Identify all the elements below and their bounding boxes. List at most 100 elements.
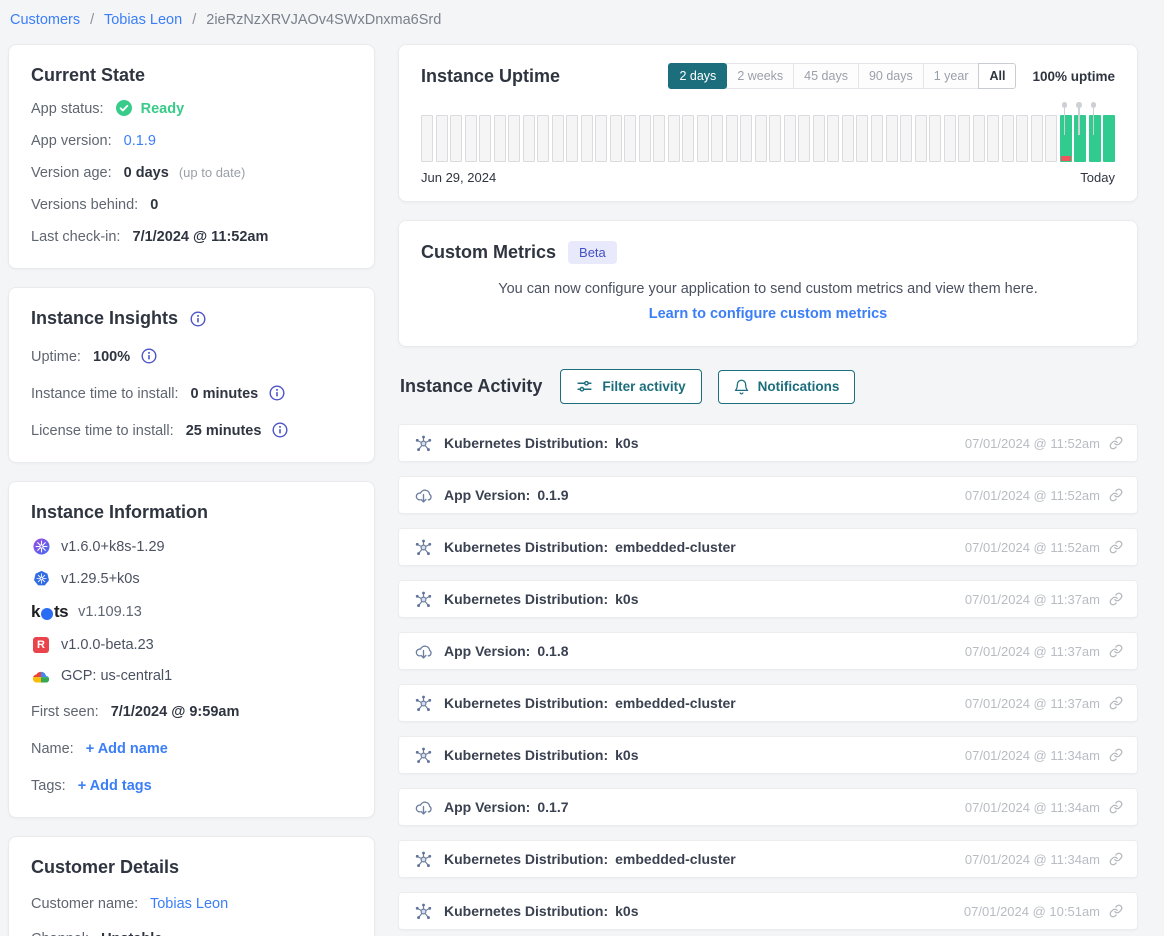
permalink-icon[interactable] xyxy=(1109,644,1123,658)
instance-information-title: Instance Information xyxy=(31,502,352,523)
uptime-bar[interactable] xyxy=(436,115,448,162)
uptime-range-all[interactable]: All xyxy=(978,63,1016,89)
activity-row[interactable]: Kubernetes Distribution:k0s 07/01/2024 @… xyxy=(398,736,1138,774)
uptime-bar[interactable] xyxy=(465,115,477,162)
uptime-bar[interactable] xyxy=(1045,115,1057,162)
uptime-bar[interactable] xyxy=(856,115,868,162)
last-checkin-label: Last check-in: xyxy=(31,229,120,245)
info-icon[interactable] xyxy=(269,385,285,401)
configure-metrics-link[interactable]: Learn to configure custom metrics xyxy=(649,306,888,322)
permalink-icon[interactable] xyxy=(1109,488,1123,502)
uptime-range-2-days[interactable]: 2 days xyxy=(668,63,727,89)
info-icon[interactable] xyxy=(141,348,157,364)
uptime-bar[interactable] xyxy=(494,115,506,162)
activity-row[interactable]: Kubernetes Distribution:k0s 07/01/2024 @… xyxy=(398,892,1138,930)
uptime-bar[interactable] xyxy=(740,115,752,162)
uptime-bar[interactable] xyxy=(1089,115,1101,162)
breadcrumb-customer-link[interactable]: Tobias Leon xyxy=(104,12,182,28)
uptime-bar[interactable] xyxy=(1031,115,1043,162)
uptime-bar[interactable] xyxy=(798,115,810,162)
kots-version: v1.109.13 xyxy=(78,604,142,620)
uptime-bar[interactable] xyxy=(827,115,839,162)
add-name-button[interactable]: + Add name xyxy=(86,741,168,757)
uptime-range-1-year[interactable]: 1 year xyxy=(923,63,980,89)
uptime-bar[interactable] xyxy=(1103,115,1115,162)
uptime-bar[interactable] xyxy=(886,115,898,162)
uptime-range-90-days[interactable]: 90 days xyxy=(858,63,924,89)
info-icon[interactable] xyxy=(272,422,288,438)
filter-activity-button[interactable]: Filter activity xyxy=(560,369,701,404)
activity-row[interactable]: App Version:0.1.7 07/01/2024 @ 11:34am xyxy=(398,788,1138,826)
uptime-bar[interactable] xyxy=(1060,115,1072,162)
uptime-bar[interactable] xyxy=(915,115,927,162)
uptime-bar[interactable] xyxy=(552,115,564,162)
uptime-bar[interactable] xyxy=(784,115,796,162)
permalink-icon[interactable] xyxy=(1109,436,1123,450)
uptime-bar[interactable] xyxy=(944,115,956,162)
permalink-icon[interactable] xyxy=(1109,904,1123,918)
customer-name-link[interactable]: Tobias Leon xyxy=(150,896,228,912)
info-icon[interactable] xyxy=(190,311,206,327)
uptime-bar[interactable] xyxy=(566,115,578,162)
uptime-bar[interactable] xyxy=(755,115,767,162)
uptime-bar[interactable] xyxy=(711,115,723,162)
activity-row[interactable]: Kubernetes Distribution:embedded-cluster… xyxy=(398,684,1138,722)
uptime-bar[interactable] xyxy=(421,115,433,162)
uptime-bar[interactable] xyxy=(581,115,593,162)
uptime-chart xyxy=(421,115,1115,162)
uptime-bar[interactable] xyxy=(929,115,941,162)
permalink-icon[interactable] xyxy=(1109,748,1123,762)
uptime-bar[interactable] xyxy=(668,115,680,162)
version-age-row: Version age: 0 days (up to date) xyxy=(31,164,352,182)
uptime-bar[interactable] xyxy=(537,115,549,162)
activity-value: k0s xyxy=(615,903,638,919)
breadcrumb-customers-link[interactable]: Customers xyxy=(10,12,80,28)
uptime-bar[interactable] xyxy=(1074,115,1086,162)
notifications-button[interactable]: Notifications xyxy=(718,370,856,404)
uptime-bar[interactable] xyxy=(842,115,854,162)
uptime-bar[interactable] xyxy=(987,115,999,162)
uptime-bar[interactable] xyxy=(610,115,622,162)
uptime-bar[interactable] xyxy=(1002,115,1014,162)
activity-row[interactable]: Kubernetes Distribution:embedded-cluster… xyxy=(398,528,1138,566)
permalink-icon[interactable] xyxy=(1109,800,1123,814)
uptime-bar[interactable] xyxy=(508,115,520,162)
uptime-bar[interactable] xyxy=(523,115,535,162)
activity-row[interactable]: Kubernetes Distribution:k0s 07/01/2024 @… xyxy=(398,424,1138,462)
uptime-range-45-days[interactable]: 45 days xyxy=(793,63,859,89)
uptime-bar[interactable] xyxy=(1016,115,1028,162)
permalink-icon[interactable] xyxy=(1109,592,1123,606)
activity-row[interactable]: Kubernetes Distribution:embedded-cluster… xyxy=(398,840,1138,878)
uptime-bar[interactable] xyxy=(973,115,985,162)
insight-row: Instance time to install: 0 minutes xyxy=(31,385,352,403)
insight-label: License time to install: xyxy=(31,423,174,439)
app-version-link[interactable]: 0.1.9 xyxy=(124,133,156,149)
uptime-bar[interactable] xyxy=(479,115,491,162)
uptime-bar[interactable] xyxy=(595,115,607,162)
activity-timestamp: 07/01/2024 @ 11:34am xyxy=(965,852,1100,867)
breadcrumb-separator: / xyxy=(90,12,94,28)
uptime-bar[interactable] xyxy=(450,115,462,162)
activity-row[interactable]: App Version:0.1.8 07/01/2024 @ 11:37am xyxy=(398,632,1138,670)
embedded-cluster-icon xyxy=(31,538,51,555)
permalink-icon[interactable] xyxy=(1109,696,1123,710)
uptime-bar[interactable] xyxy=(682,115,694,162)
uptime-bar[interactable] xyxy=(958,115,970,162)
uptime-bar[interactable] xyxy=(769,115,781,162)
last-checkin-value: 7/1/2024 @ 11:52am xyxy=(133,229,269,245)
activity-row[interactable]: App Version:0.1.9 07/01/2024 @ 11:52am xyxy=(398,476,1138,514)
uptime-range-2-weeks[interactable]: 2 weeks xyxy=(726,63,794,89)
permalink-icon[interactable] xyxy=(1109,540,1123,554)
uptime-bar[interactable] xyxy=(624,115,636,162)
uptime-bar[interactable] xyxy=(697,115,709,162)
uptime-bar[interactable] xyxy=(900,115,912,162)
uptime-bar[interactable] xyxy=(653,115,665,162)
activity-timestamp: 07/01/2024 @ 11:37am xyxy=(965,644,1100,659)
uptime-bar[interactable] xyxy=(813,115,825,162)
permalink-icon[interactable] xyxy=(1109,852,1123,866)
uptime-bar[interactable] xyxy=(871,115,883,162)
add-tags-button[interactable]: + Add tags xyxy=(78,778,152,794)
uptime-bar[interactable] xyxy=(639,115,651,162)
activity-row[interactable]: Kubernetes Distribution:k0s 07/01/2024 @… xyxy=(398,580,1138,618)
uptime-bar[interactable] xyxy=(726,115,738,162)
